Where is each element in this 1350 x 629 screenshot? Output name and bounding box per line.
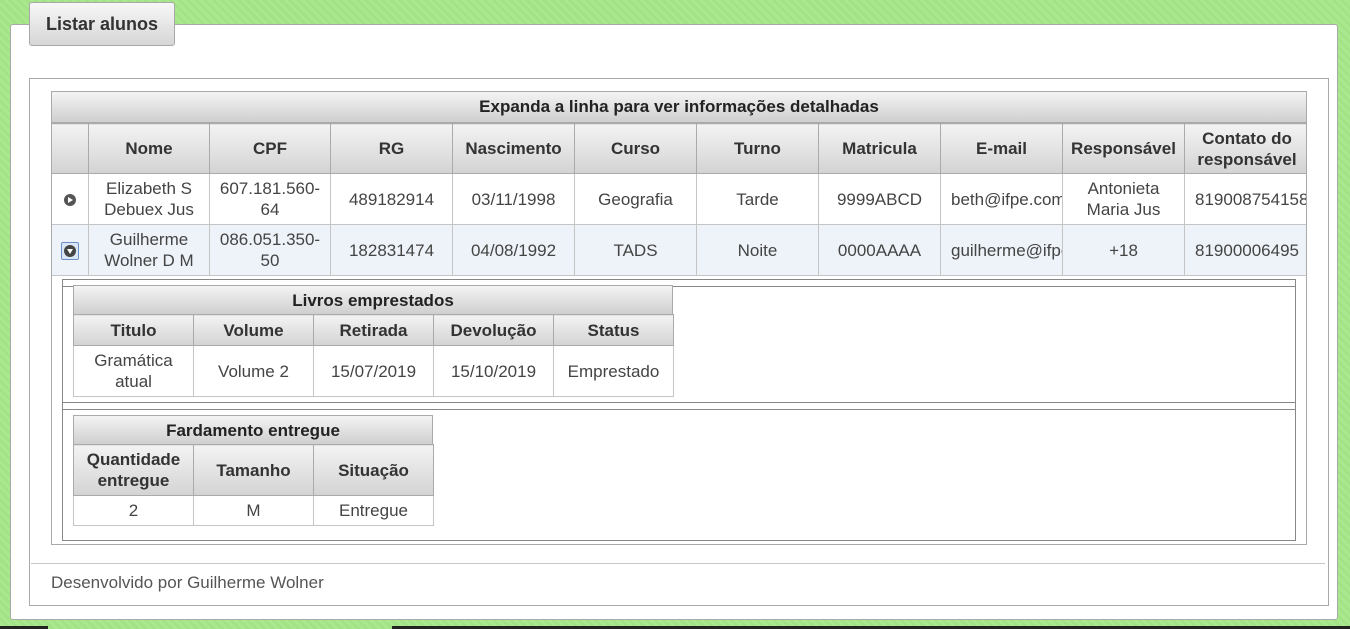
column-header-volume[interactable]: Volume [193, 314, 314, 346]
column-header-nome[interactable]: Nome [88, 123, 210, 174]
fardamento-subgrid: Fardamento entregue Quantidade entregue … [73, 415, 434, 526]
cell-curso: Geografia [574, 173, 697, 225]
cell-rg: 182831474 [330, 224, 453, 276]
cell-quantidade: 2 [73, 495, 194, 526]
column-header-quantidade[interactable]: Quantidade entregue [73, 444, 194, 496]
cell-contato: 81900006495 [1184, 224, 1306, 276]
students-table: Nome CPF RG Nascimento Curso Turno Matri… [52, 123, 1306, 276]
column-header-curso[interactable]: Curso [574, 123, 697, 174]
tab-listar-alunos[interactable]: Listar alunos [29, 2, 175, 46]
table-row[interactable]: 2 M Entregue [73, 495, 434, 526]
cell-titulo: Gramática atual [73, 345, 194, 397]
livros-subgrid: Livros emprestados Titulo Volume Retirad… [73, 285, 674, 397]
livros-header-row: Titulo Volume Retirada Devolução Status [73, 314, 674, 346]
column-header-turno[interactable]: Turno [696, 123, 819, 174]
fardamento-caption: Fardamento entregue [73, 415, 433, 444]
cell-rg: 489182914 [330, 173, 453, 225]
livros-table: Titulo Volume Retirada Devolução Status … [73, 314, 674, 397]
cell-cpf: 607.181.560-64 [209, 173, 331, 225]
footer-credit: Desenvolvido por Guilherme Wolner [51, 573, 324, 592]
cell-turno: Noite [696, 224, 819, 276]
collapse-row-icon[interactable] [61, 242, 79, 261]
table-row[interactable]: Elizabeth S Debuex Jus 607.181.560-64 48… [52, 173, 1306, 225]
cell-nome: Elizabeth S Debuex Jus [88, 173, 210, 225]
cell-matricula: 9999ABCD [818, 173, 941, 225]
students-grid: Expanda a linha para ver informações det… [51, 91, 1307, 545]
cell-volume: Volume 2 [193, 345, 314, 397]
cell-situacao: Entregue [313, 495, 434, 526]
cell-tamanho: M [193, 495, 314, 526]
cell-responsavel: +18 [1062, 224, 1185, 276]
grid-header-row: Nome CPF RG Nascimento Curso Turno Matri… [52, 123, 1306, 174]
column-header-email[interactable]: E-mail [940, 123, 1063, 174]
column-header-titulo[interactable]: Titulo [73, 314, 194, 346]
cell-nome: Guilherme Wolner D M [88, 224, 210, 276]
cell-retirada: 15/07/2019 [313, 345, 434, 397]
column-header-matricula[interactable]: Matricula [818, 123, 941, 174]
cell-matricula: 0000AAAA [818, 224, 941, 276]
cell-curso: TADS [574, 224, 697, 276]
fardamento-table: Quantidade entregue Tamanho Situação 2 M… [73, 444, 434, 526]
row-detail-panel: Livros emprestados Titulo Volume Retirad… [62, 279, 1296, 541]
column-header-nascimento[interactable]: Nascimento [452, 123, 575, 174]
divider [63, 409, 1295, 410]
table-row[interactable]: Gramática atual Volume 2 15/07/2019 15/1… [73, 345, 674, 397]
cell-turno: Tarde [696, 173, 819, 225]
cell-nascimento: 03/11/1998 [452, 173, 575, 225]
cell-devolucao: 15/10/2019 [433, 345, 554, 397]
column-header-expand [52, 123, 89, 174]
cell-email: beth@ifpe.com [940, 173, 1063, 225]
column-header-tamanho[interactable]: Tamanho [193, 444, 314, 496]
column-header-contato[interactable]: Contato do responsável [1184, 123, 1306, 174]
cell-status: Emprestado [553, 345, 674, 397]
column-header-cpf[interactable]: CPF [209, 123, 331, 174]
expand-row-icon[interactable] [64, 194, 76, 207]
expand-cell[interactable] [52, 173, 89, 225]
cell-nascimento: 04/08/1992 [452, 224, 575, 276]
footer-divider [31, 563, 1325, 564]
column-header-retirada[interactable]: Retirada [313, 314, 434, 346]
grid-caption: Expanda a linha para ver informações det… [52, 92, 1306, 123]
livros-caption: Livros emprestados [73, 285, 673, 314]
divider [63, 402, 1295, 403]
cell-cpf: 086.051.350-50 [209, 224, 331, 276]
column-header-devolucao[interactable]: Devolução [433, 314, 554, 346]
cell-responsavel: Antonieta Maria Jus [1062, 173, 1185, 225]
cell-email: guilherme@ifpe.com [940, 224, 1063, 276]
column-header-situacao[interactable]: Situação [313, 444, 434, 496]
column-header-status[interactable]: Status [553, 314, 674, 346]
fardamento-header-row: Quantidade entregue Tamanho Situação [73, 444, 434, 496]
table-row[interactable]: Guilherme Wolner D M 086.051.350-50 1828… [52, 224, 1306, 276]
cell-contato: 819008754158 [1184, 173, 1306, 225]
expand-cell[interactable] [52, 224, 89, 276]
column-header-responsavel[interactable]: Responsável [1062, 123, 1185, 174]
column-header-rg[interactable]: RG [330, 123, 453, 174]
